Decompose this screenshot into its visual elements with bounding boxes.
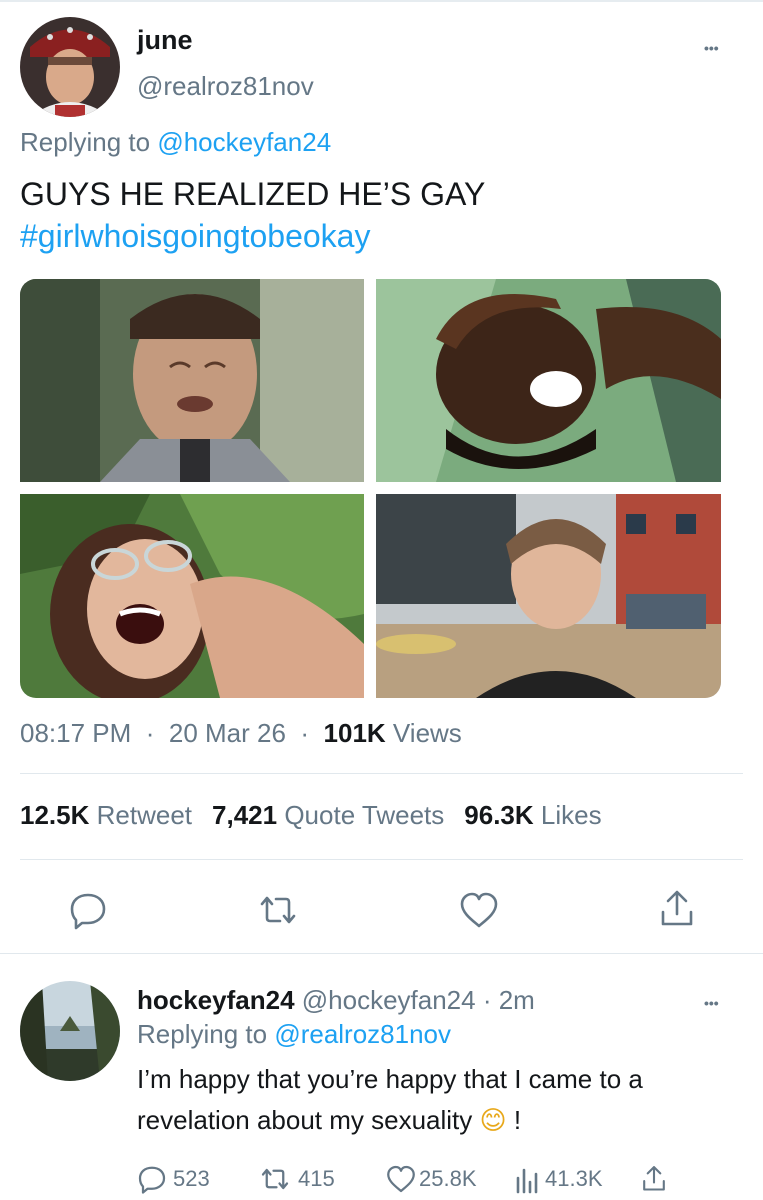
replying-to: Replying to @hockeyfan24 <box>20 127 331 158</box>
reply-icon <box>138 1166 166 1194</box>
top-divider <box>0 0 763 2</box>
like-icon[interactable] <box>458 890 500 935</box>
like-icon <box>387 1165 415 1193</box>
display-name[interactable]: june <box>137 25 193 56</box>
tweet-date[interactable]: 20 Mar 26 <box>169 718 286 748</box>
reply-replying-to: Replying to @realroz81nov <box>137 1019 451 1050</box>
reply-retweet-action[interactable]: 415 <box>258 1164 335 1194</box>
likes-stat[interactable]: 96.3K Likes <box>464 800 621 830</box>
reply-text-line-2: revelation about my sexuality 😊 ! <box>137 1105 521 1136</box>
smiling-face-emoji: 😊 <box>479 1106 507 1136</box>
divider <box>0 953 763 954</box>
divider <box>20 773 743 774</box>
likes-count: 96.3K <box>464 800 534 830</box>
reply-reply-action[interactable]: 523 <box>137 1164 210 1194</box>
reply-replying-prefix: Replying to <box>137 1019 268 1049</box>
likes-label: Likes <box>540 800 602 830</box>
reply-header: hockeyfan24 @hockeyfan24 · 2m <box>137 985 535 1015</box>
reply-text-suffix: ! <box>513 1105 522 1135</box>
retweet-icon[interactable] <box>256 890 300 935</box>
retweets-label: Retweet <box>96 800 193 830</box>
avatar[interactable] <box>20 17 120 117</box>
more-options-icon[interactable]: ••• <box>704 38 719 58</box>
reply-text-body: revelation about my sexuality <box>137 1105 473 1135</box>
reply-replying-handle-link[interactable]: @realroz81nov <box>274 1019 451 1049</box>
reply-more-options-icon[interactable]: ••• <box>704 993 719 1013</box>
views-icon <box>516 1168 538 1194</box>
reply-like-count: 25.8K <box>419 1166 477 1191</box>
photo-3[interactable] <box>20 494 364 698</box>
reply-time[interactable]: 2m <box>499 985 535 1015</box>
quotes-label: Quote Tweets <box>284 800 445 830</box>
photo-4[interactable] <box>376 494 721 698</box>
reply-views-action[interactable]: 41.3K <box>515 1164 603 1194</box>
reply-display-name[interactable]: hockeyfan24 <box>137 985 295 1015</box>
views-count: 101K <box>323 718 386 748</box>
replying-handle-link[interactable]: @hockeyfan24 <box>157 127 331 157</box>
retweet-icon <box>261 1168 289 1190</box>
quotes-count: 7,421 <box>212 800 278 830</box>
replying-prefix: Replying to <box>20 127 151 157</box>
quotes-stat[interactable]: 7,421 Quote Tweets <box>212 800 464 830</box>
handle[interactable]: @realroz81nov <box>137 71 314 102</box>
divider <box>20 859 743 860</box>
reply-share-action[interactable] <box>640 1164 668 1194</box>
retweets-stat[interactable]: 12.5K Retweet <box>20 800 212 830</box>
reply-icon[interactable] <box>68 890 108 935</box>
photo-2[interactable] <box>376 279 721 482</box>
retweets-count: 12.5K <box>20 800 90 830</box>
tweet-text: GUYS HE REALIZED HE’S GAY <box>20 176 486 212</box>
hashtag-link[interactable]: #girlwhoisgoingtobeokay <box>20 218 370 255</box>
reply-avatar[interactable] <box>20 981 120 1081</box>
photo-1[interactable] <box>20 279 364 482</box>
views-label: Views <box>392 718 462 748</box>
reply-reply-count: 523 <box>173 1166 210 1191</box>
reply-text-line-1: I’m happy that you’re happy that I came … <box>137 1064 643 1094</box>
share-icon <box>643 1166 665 1191</box>
reply-views-count: 41.3K <box>545 1166 603 1191</box>
reply-like-action[interactable]: 25.8K <box>385 1164 477 1194</box>
reply-retweet-count: 415 <box>298 1166 335 1191</box>
timestamp-row: 08:17 PM · 20 Mar 26 · 101K Views <box>20 718 462 748</box>
reply-handle[interactable]: @hockeyfan24 <box>302 985 476 1015</box>
engagement-stats: 12.5K Retweet 7,421 Quote Tweets 96.3K Lik… <box>20 800 622 831</box>
share-icon[interactable] <box>657 888 697 935</box>
tweet-time[interactable]: 08:17 PM <box>20 718 131 748</box>
